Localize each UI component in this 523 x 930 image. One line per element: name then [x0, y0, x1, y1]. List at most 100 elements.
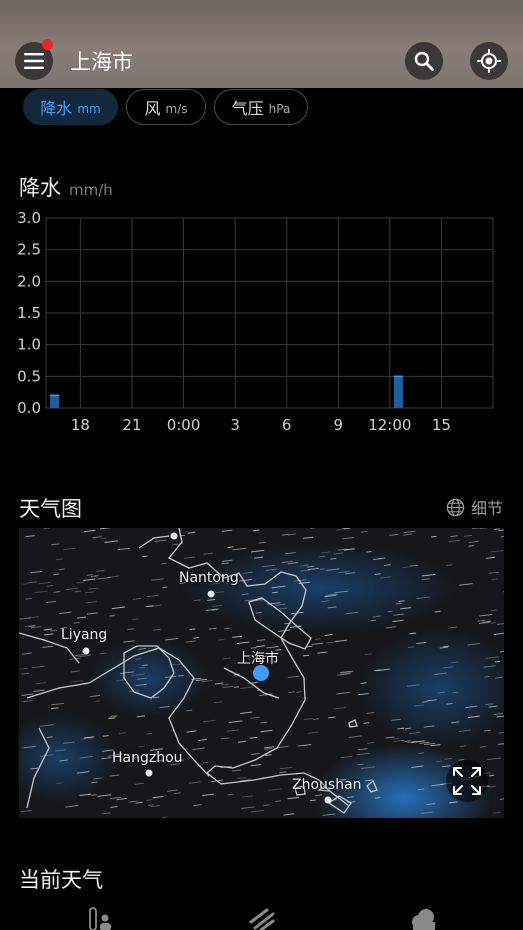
wind-streak	[148, 804, 154, 806]
wind-streak	[365, 550, 372, 553]
wind-streak	[404, 727, 411, 730]
wind-streak	[296, 691, 302, 693]
city-title: 上海市	[70, 50, 133, 74]
wind-streak	[421, 701, 428, 703]
wind-streak	[484, 676, 490, 678]
wind-streak	[22, 583, 28, 585]
weather-map[interactable]: Nantong Liyang 上海市 Hangzhou Zhoushan	[19, 528, 504, 818]
wind-streak	[446, 564, 453, 566]
tab-label: 气压	[231, 99, 264, 118]
wind-streak	[177, 674, 184, 677]
cloud-icon	[412, 909, 435, 930]
wind-streak	[141, 664, 148, 666]
x-tick-label: 9	[333, 416, 343, 434]
wind-streak	[387, 610, 393, 613]
wind-streak	[408, 646, 415, 649]
wind-streak	[53, 573, 60, 576]
wind-streak	[370, 619, 376, 622]
tab-unit: mm	[77, 102, 101, 116]
wind-streak	[479, 746, 486, 748]
wind-streak	[139, 666, 145, 669]
y-tick-label: 3.0	[17, 209, 41, 227]
tab-pressure[interactable]: 气压 hPa	[214, 89, 308, 125]
details-link[interactable]: 细节	[446, 495, 503, 519]
wind-streak	[142, 555, 148, 558]
map-label-hangzhou: Hangzhou	[112, 750, 183, 766]
x-tick-label: 6	[282, 416, 292, 434]
wind-streak	[271, 591, 278, 594]
wind-streak	[395, 602, 402, 605]
location-button[interactable]	[470, 42, 508, 80]
wind-streak	[227, 546, 234, 548]
tab-precipitation[interactable]: 降水 mm	[23, 89, 118, 125]
x-tick-label: 0:00	[167, 416, 201, 434]
wind-streak	[193, 637, 200, 639]
precipitation-unit: mm/h	[69, 181, 113, 199]
rain-cell	[179, 543, 459, 633]
wind-streak	[314, 638, 321, 640]
y-tick-label: 0.5	[17, 367, 41, 385]
tab-label: 降水	[40, 99, 73, 118]
y-tick-label: 2.5	[17, 241, 41, 259]
wind-streak	[146, 732, 153, 735]
x-tick-label: 12:00	[368, 416, 411, 434]
wind-streak	[363, 722, 370, 724]
tab-wind[interactable]: 风 m/s	[126, 89, 206, 125]
search-button[interactable]	[405, 42, 443, 80]
wind-streak	[73, 621, 80, 624]
wind-streak	[202, 761, 209, 764]
wind-streak	[91, 794, 97, 796]
precipitation-title: 降水 mm/h	[19, 172, 113, 202]
hamburger-menu-icon	[24, 53, 44, 69]
wind-streak	[431, 535, 437, 538]
wind-streak	[138, 745, 145, 748]
rain-cell	[89, 638, 209, 718]
wind-streak	[374, 797, 381, 799]
precipitation-bar	[393, 376, 403, 408]
precipitation-chart: 3.0 2.5 2.0 1.5 1.0 0.5 0.0 18 21 0:00 3 6 9 12:00 15	[17, 209, 494, 434]
city-dot	[324, 796, 332, 804]
notification-dot	[42, 39, 53, 50]
wind-streak	[494, 660, 501, 663]
x-tick-label: 18	[71, 416, 90, 434]
wind-streak	[255, 611, 262, 614]
menu-button[interactable]	[15, 39, 53, 80]
details-label: 细节	[470, 499, 503, 518]
wind-streak	[135, 658, 142, 660]
wind-streak	[100, 537, 107, 540]
wind-streak	[319, 555, 326, 558]
wind-streak	[336, 529, 342, 531]
y-tick-label: 1.5	[17, 304, 41, 322]
search-icon	[414, 51, 434, 71]
wind-streak	[489, 774, 495, 777]
city-dot	[170, 532, 178, 540]
city-dot	[207, 590, 215, 598]
tab-unit: m/s	[165, 102, 188, 116]
globe-icon	[446, 498, 465, 516]
wind-streak	[186, 709, 193, 712]
current-weather-title: 当前天气	[19, 868, 103, 892]
wind-streak	[162, 586, 168, 589]
y-tick-label: 1.0	[17, 336, 41, 354]
wind-streak	[452, 691, 459, 694]
y-tick-label: 2.0	[17, 272, 41, 290]
wind-streak	[56, 782, 63, 785]
weather-map-title: 天气图	[19, 497, 82, 521]
map-label-zhoushan: Zhoushan	[292, 777, 362, 793]
map-label-shanghai: 上海市	[237, 651, 279, 667]
city-dot	[145, 769, 153, 777]
x-tick-label: 15	[432, 416, 451, 434]
tab-label: 风	[144, 99, 161, 118]
wind-streak	[434, 610, 441, 613]
tab-unit: hPa	[268, 102, 291, 116]
precipitation-title-text: 降水	[19, 176, 61, 200]
map-label-liyang: Liyang	[61, 627, 108, 643]
precipitation-bar	[50, 395, 60, 408]
wind-icon	[249, 908, 275, 930]
x-tick-label: 21	[122, 416, 141, 434]
thermometer-person-icon	[89, 907, 111, 930]
locate-icon	[477, 49, 501, 73]
fullscreen-button[interactable]	[446, 760, 488, 802]
wind-streak	[303, 654, 309, 657]
wind-streak	[360, 682, 367, 684]
